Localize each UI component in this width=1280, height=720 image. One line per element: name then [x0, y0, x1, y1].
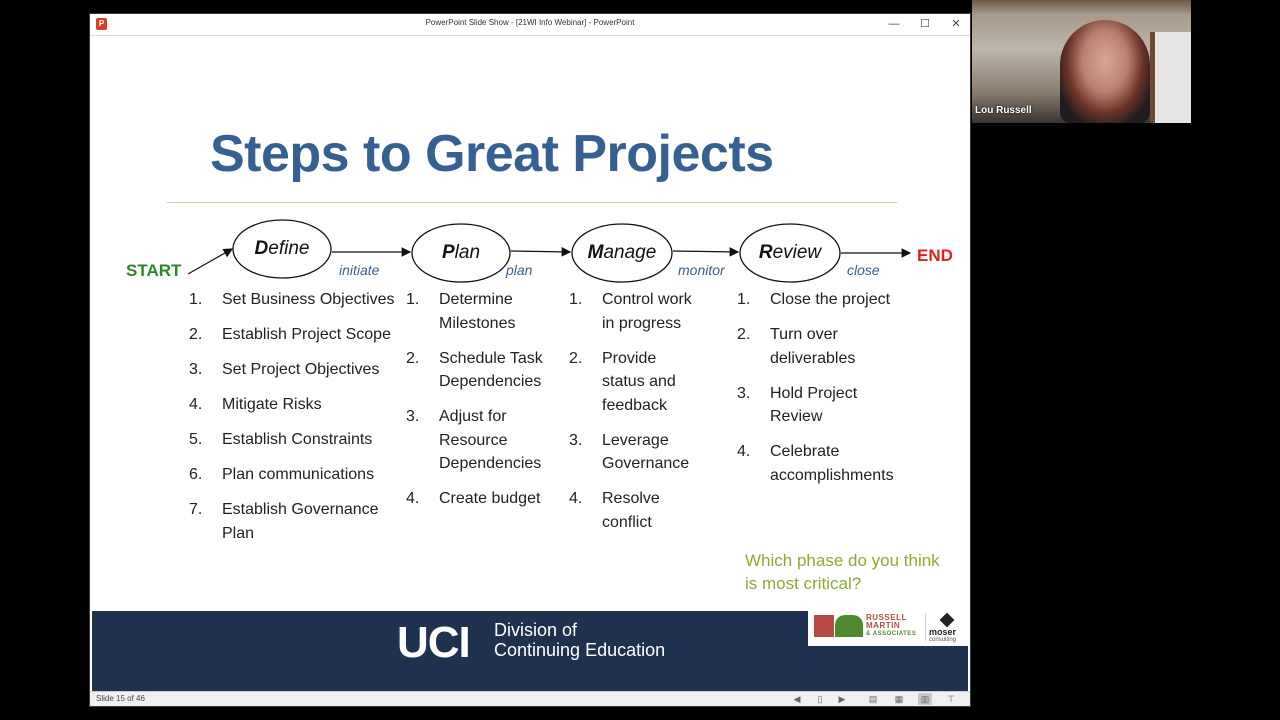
manage-steps-list: 1. Control work in progress 2. Provide sta…	[569, 288, 709, 546]
maximize-button[interactable]: ☐	[913, 16, 937, 33]
division-name: Division of Continuing Education	[494, 620, 665, 660]
logo-divider	[925, 613, 926, 641]
define-steps-list: 1. Set Business Objectives 2. Establish Pr…	[189, 288, 411, 557]
phase-rest: efine	[268, 238, 310, 259]
list-item: 2. Establish Project Scope	[189, 326, 391, 343]
transition-monitor: monitor	[678, 262, 725, 278]
reading-view-button[interactable]: ▥	[918, 693, 932, 705]
participant-name: Lou Russell	[975, 105, 1032, 116]
rm-logo-r-icon	[814, 615, 834, 637]
video-background	[1150, 32, 1191, 123]
division-line-2: Continuing Education	[494, 640, 666, 660]
list-item: 4. Mitigate Risks	[189, 396, 322, 413]
list-item: 1. Set Business Objectives	[189, 291, 395, 308]
list-item: 4. Celebrate accomplishments	[737, 443, 894, 484]
list-item: 2. Turn over deliverables	[737, 326, 856, 367]
transition-plan: plan	[506, 262, 533, 278]
list-item: 2. Schedule Task Dependencies	[406, 349, 543, 391]
participant-video[interactable]: Lou Russell	[972, 0, 1191, 123]
phase-rest: anage	[603, 242, 657, 263]
status-bar: Slide 15 of 46 ◀ ▯ ▶ ▤ ▦ ▥ ⊤	[90, 691, 970, 706]
next-slide-button[interactable]: ▶	[835, 693, 849, 705]
phase-initial: D	[254, 238, 269, 259]
start-arrow	[187, 248, 234, 275]
list-item: 6. Plan communications	[189, 466, 375, 483]
partner-logos: RUSSELL MARTIN & ASSOCIATES moser consul…	[808, 609, 968, 646]
review-steps-list: 1. Close the project 2. Turn over delivera…	[737, 288, 937, 499]
list-item: 1. Close the project	[737, 291, 891, 308]
discussion-question: Which phase do you think is most critica…	[745, 551, 940, 593]
list-item: 2. Provide status and feedback	[569, 349, 676, 414]
moser-logo-text: moser consulting	[929, 627, 957, 644]
list-item: 4. Resolve conflict	[569, 490, 660, 531]
slide-footer: UCI Division of Continuing Education RUS…	[92, 609, 968, 691]
grid-view-button[interactable]: ▦	[892, 693, 906, 705]
arrow-manage-review	[672, 247, 740, 257]
list-item: 5. Establish Constraints	[189, 431, 373, 448]
phase-plan: Plan	[411, 242, 511, 264]
minimize-button[interactable]: —	[882, 16, 906, 33]
end-label: END	[917, 246, 953, 265]
list-item: 4. Create budget	[406, 490, 541, 507]
close-button[interactable]: ✕	[944, 16, 968, 33]
participant-image	[1060, 20, 1150, 123]
list-item: 3. Hold Project Review	[737, 384, 858, 426]
rm-logo-m-icon	[835, 615, 863, 637]
phase-rest: eview	[772, 242, 822, 263]
transition-close: close	[847, 262, 880, 278]
transition-initiate: initiate	[339, 262, 380, 278]
list-item: 7. Establish Governance Plan	[189, 501, 379, 542]
list-item: 1. Determine Milestones	[406, 291, 516, 332]
phase-rest: lan	[454, 242, 481, 263]
start-label: START	[126, 261, 182, 280]
rm-logo-text: RUSSELL MARTIN & ASSOCIATES	[866, 613, 917, 638]
previous-slide-button[interactable]: ◀	[790, 693, 804, 705]
list-item: 3. Leverage Governance	[569, 431, 690, 473]
moser-logo-icon	[939, 612, 955, 628]
slide-sorter-button[interactable]: ▯	[813, 693, 827, 705]
arrow-plan-manage	[510, 247, 572, 257]
phase-initial: M	[587, 242, 604, 263]
slide-counter: Slide 15 of 46	[96, 694, 145, 703]
presenter-view-button[interactable]: ⊤	[944, 693, 958, 705]
phase-initial: P	[441, 242, 455, 263]
window-title: PowerPoint Slide Show - [21WI Info Webin…	[425, 18, 635, 27]
division-line-1: Division of	[494, 620, 578, 640]
list-item: 1. Control work in progress	[569, 291, 692, 332]
title-bar: P PowerPoint Slide Show - [21WI Info Web…	[90, 14, 970, 36]
phase-review: Review	[740, 242, 840, 264]
normal-view-button[interactable]: ▤	[866, 693, 880, 705]
powerpoint-window: P PowerPoint Slide Show - [21WI Info Web…	[89, 13, 971, 707]
plan-steps-list: 1. Determine Milestones 2. Schedule Task D…	[406, 288, 556, 522]
slide[interactable]: Steps to Great Projects START END Define…	[92, 36, 968, 691]
phase-initial: R	[758, 242, 773, 263]
phase-manage: Manage	[572, 242, 672, 264]
uci-logo: UCI	[397, 618, 471, 667]
list-item: 3. Adjust for Resource Dependencies	[406, 408, 542, 472]
list-item: 3. Set Project Objectives	[189, 361, 380, 378]
phase-define: Define	[232, 238, 332, 260]
